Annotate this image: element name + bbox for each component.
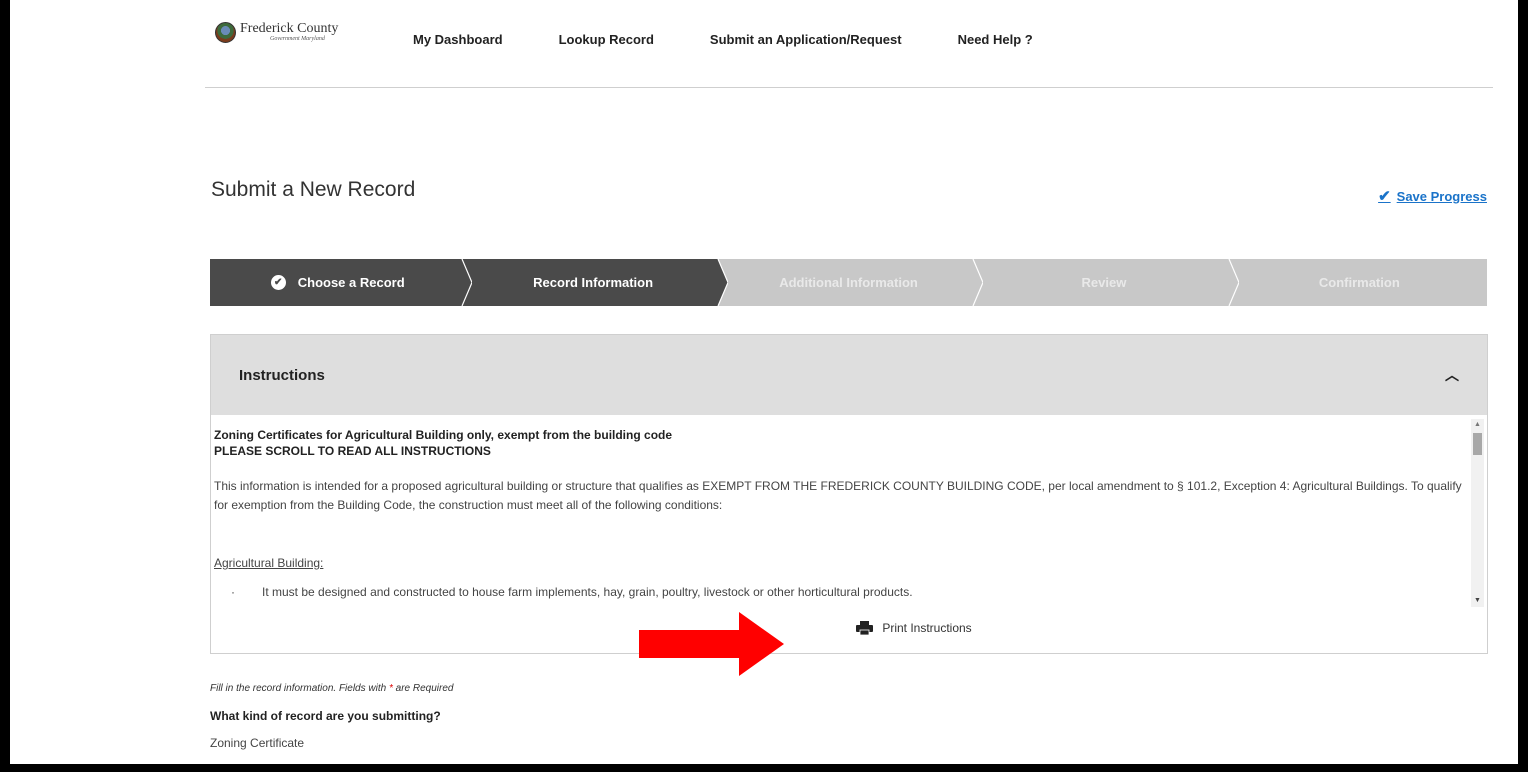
step-label: Review [1081, 275, 1127, 290]
page-frame: Frederick County Government Maryland My … [10, 0, 1518, 764]
step-separator-icon [458, 259, 473, 306]
record-type-question: What kind of record are you submitting? [210, 709, 441, 723]
scrollbar-thumb[interactable] [1473, 433, 1482, 455]
header: Frederick County Government Maryland My … [205, 0, 1493, 88]
print-instructions-link[interactable]: Print Instructions [211, 621, 1487, 635]
nav-my-dashboard[interactable]: My Dashboard [413, 32, 503, 47]
county-logo[interactable]: Frederick County Government Maryland [215, 22, 338, 43]
step-confirmation: Confirmation [1231, 259, 1488, 306]
instructions-subheading: Agricultural Building: [214, 556, 324, 570]
instructions-title: Instructions [239, 366, 325, 384]
scroll-up-icon[interactable]: ▲ [1471, 419, 1484, 431]
print-instructions-label: Print Instructions [882, 621, 972, 635]
instructions-panel: Instructions ︿ Zoning Certificates for A… [210, 334, 1488, 654]
save-progress-link[interactable]: ✔ Save Progress [1378, 187, 1487, 205]
instructions-heading-2: PLEASE SCROLL TO READ ALL INSTRUCTIONS [214, 444, 491, 458]
step-separator-icon [713, 259, 728, 306]
step-additional-information: Additional Information [720, 259, 984, 306]
nav-need-help[interactable]: Need Help ? [958, 32, 1033, 47]
red-arrow-annotation [639, 612, 784, 676]
record-type-value: Zoning Certificate [210, 736, 305, 750]
logo-main-text: Frederick County [240, 21, 339, 36]
page-title: Submit a New Record [211, 178, 416, 201]
step-review: Review [976, 259, 1239, 306]
chevron-up-icon[interactable]: ︿ [1445, 365, 1459, 385]
save-progress-label: Save Progress [1396, 188, 1487, 204]
instructions-header[interactable]: Instructions ︿ [211, 335, 1487, 415]
instructions-content[interactable]: Zoning Certificates for Agricultural Bui… [211, 415, 1487, 611]
step-label: Record Information [533, 275, 654, 290]
step-choose-record: ✔ Choose a Record [210, 259, 473, 306]
main-nav: My Dashboard Lookup Record Submit an App… [413, 32, 1089, 47]
bullet-text: It must be designed and constructed to h… [262, 585, 913, 599]
progress-stepper: ✔ Choose a Record Record Information Add… [210, 259, 1488, 306]
instructions-scrollbar[interactable]: ▲ ▼ [1471, 419, 1484, 607]
step-separator-icon [1228, 259, 1239, 306]
instructions-bullet: · It must be designed and constructed to… [214, 585, 1469, 599]
required-fields-note: Fill in the record information. Fields w… [210, 683, 454, 694]
step-separator-icon [972, 259, 984, 306]
instructions-heading-1: Zoning Certificates for Agricultural Bui… [214, 428, 673, 442]
check-circle-icon: ✔ [270, 275, 286, 290]
step-label: Additional Information [779, 275, 918, 290]
instructions-paragraph: This information is intended for a propo… [214, 479, 1462, 512]
checkmark-icon: ✔ [1378, 188, 1391, 205]
step-label: Choose a Record [297, 275, 405, 290]
bullet-icon: · [231, 585, 235, 599]
scroll-down-icon[interactable]: ▼ [1471, 595, 1484, 607]
nav-submit-application[interactable]: Submit an Application/Request [710, 32, 902, 47]
step-label: Confirmation [1318, 275, 1400, 290]
nav-lookup-record[interactable]: Lookup Record [559, 32, 654, 47]
printer-icon [856, 621, 874, 635]
step-record-information: Record Information [465, 259, 728, 306]
logo-sub-text: Government Maryland [270, 36, 325, 42]
county-seal-icon [215, 22, 236, 43]
